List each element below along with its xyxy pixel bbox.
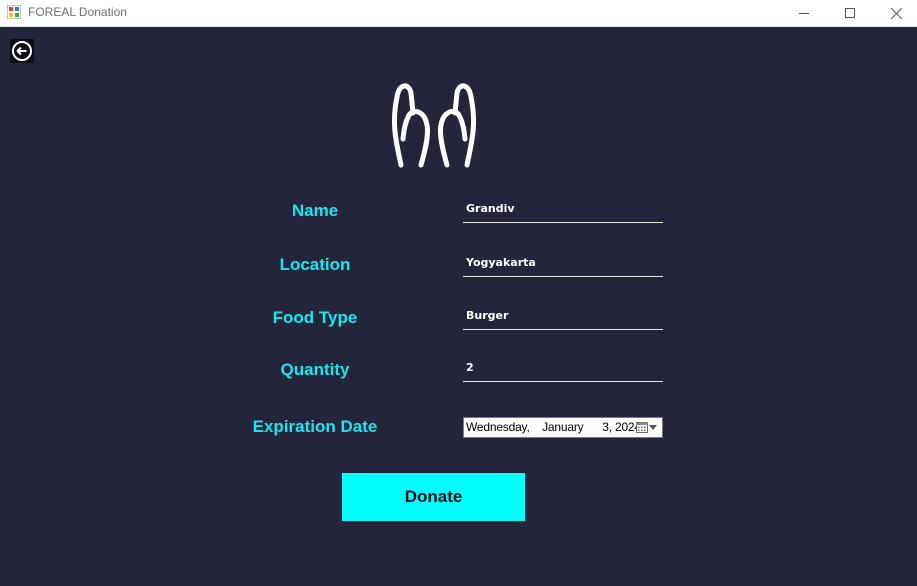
quantity-label: Quantity bbox=[280, 360, 350, 379]
maximize-button[interactable] bbox=[827, 0, 873, 26]
name-input[interactable] bbox=[466, 198, 656, 218]
minimize-icon bbox=[799, 13, 809, 14]
app-window: FOREAL Donation Name Grandiv Location Yo… bbox=[0, 0, 917, 586]
expiration-date-label: Expiration Date bbox=[252, 417, 378, 436]
maximize-icon bbox=[845, 8, 855, 18]
quantity-input[interactable] bbox=[466, 357, 656, 377]
chevron-down-icon[interactable] bbox=[649, 425, 657, 430]
expiration-date-picker[interactable]: Wednesday, January 3, 2024 bbox=[463, 417, 663, 438]
expiration-date-value: Wednesday, January 3, 2024 bbox=[466, 420, 641, 434]
close-icon bbox=[890, 7, 902, 19]
app-icon bbox=[7, 5, 21, 19]
calendar-icon[interactable] bbox=[636, 421, 648, 433]
name-field[interactable] bbox=[463, 196, 663, 223]
back-arrow-circle-icon[interactable] bbox=[10, 39, 34, 63]
location-input[interactable] bbox=[466, 252, 656, 272]
close-button[interactable] bbox=[873, 0, 917, 26]
name-label: Name bbox=[291, 201, 339, 220]
location-field[interactable] bbox=[463, 250, 663, 277]
food-type-label: Food Type bbox=[272, 308, 358, 327]
quantity-field[interactable] bbox=[463, 355, 663, 382]
window-title: FOREAL Donation bbox=[28, 5, 127, 19]
praying-hands-icon bbox=[391, 83, 477, 168]
donate-button[interactable]: Donate bbox=[342, 473, 525, 521]
minimize-button[interactable] bbox=[781, 0, 827, 26]
food-type-input[interactable] bbox=[466, 305, 656, 325]
donation-form-panel: Name Location Food Type Quantity Expirat… bbox=[0, 27, 917, 586]
title-bar: FOREAL Donation bbox=[0, 0, 917, 27]
location-label: Location bbox=[279, 255, 351, 274]
food-type-field[interactable] bbox=[463, 303, 663, 330]
